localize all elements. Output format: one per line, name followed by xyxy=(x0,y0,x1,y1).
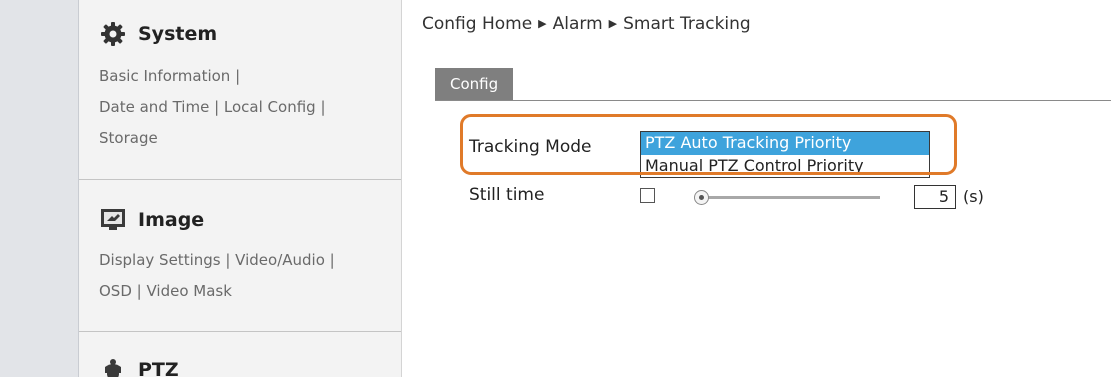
sidebar-link[interactable]: Display Settings | Video/Audio | xyxy=(99,251,335,269)
tab-config[interactable]: Config xyxy=(435,68,514,101)
sidebar-links-image: Display Settings | Video/Audio | OSD | V… xyxy=(99,245,399,307)
still-time-label: Still time xyxy=(469,185,545,205)
still-time-unit: (s) xyxy=(963,187,984,206)
sidebar: System Basic Information | Date and Time… xyxy=(79,0,402,377)
still-time-input[interactable]: 5 xyxy=(914,185,956,209)
still-time-slider-thumb[interactable] xyxy=(694,190,709,205)
sidebar-section-title: System xyxy=(138,23,218,45)
main-panel: Config Home ▶ Alarm ▶ Smart Tracking Config … xyxy=(402,0,1111,377)
sidebar-links-system: Basic Information | Date and Time | Loca… xyxy=(99,61,399,154)
sidebar-section-title: Image xyxy=(138,209,205,231)
ptz-camera-icon xyxy=(99,356,127,377)
breadcrumb: Config Home ▶ Alarm ▶ Smart Tracking xyxy=(422,14,751,34)
sidebar-link[interactable]: Storage xyxy=(99,129,158,147)
sidebar-section-image[interactable]: Image xyxy=(99,206,204,234)
breadcrumb-item[interactable]: Config Home xyxy=(422,14,532,34)
sidebar-section-system[interactable]: System xyxy=(99,20,217,48)
sidebar-divider xyxy=(79,179,401,180)
breadcrumb-separator-icon: ▶ xyxy=(538,17,547,30)
breadcrumb-item: Smart Tracking xyxy=(623,14,751,34)
highlight-annotation xyxy=(460,114,957,175)
sidebar-section-ptz[interactable]: PTZ xyxy=(99,356,179,377)
left-nav-strip xyxy=(0,0,79,377)
image-settings-icon xyxy=(99,206,127,234)
sidebar-link[interactable]: Date and Time | Local Config | xyxy=(99,98,326,116)
sidebar-link[interactable]: OSD | Video Mask xyxy=(99,282,232,300)
sidebar-link[interactable]: Basic Information | xyxy=(99,67,240,85)
breadcrumb-separator-icon: ▶ xyxy=(608,17,618,30)
gear-icon xyxy=(99,20,127,48)
still-time-slider-track[interactable] xyxy=(697,196,880,199)
breadcrumb-item[interactable]: Alarm xyxy=(553,14,603,34)
sidebar-divider xyxy=(79,331,401,332)
sidebar-section-title: PTZ xyxy=(138,359,179,377)
still-time-checkbox[interactable] xyxy=(640,188,655,203)
tab-underline xyxy=(435,100,1111,101)
